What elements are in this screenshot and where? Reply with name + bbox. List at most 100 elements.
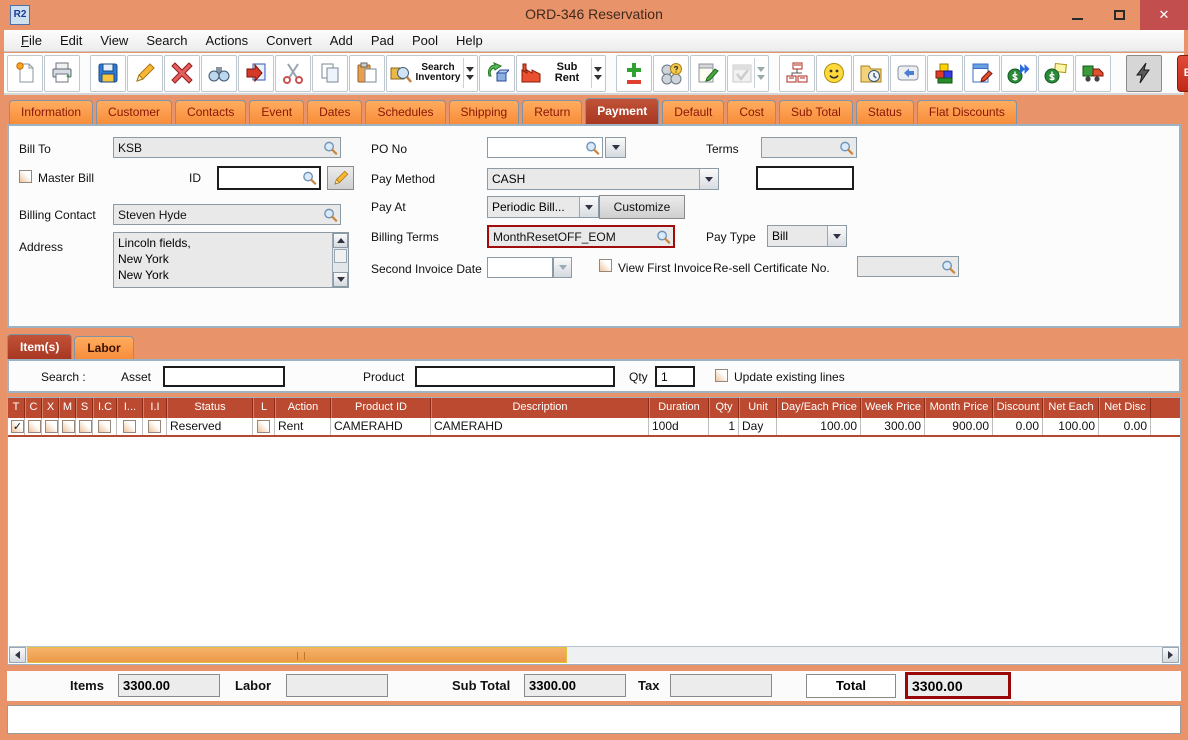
- tab-shipping[interactable]: Shipping: [449, 100, 520, 124]
- tab-cost[interactable]: Cost: [727, 100, 776, 124]
- row-ic-checkbox[interactable]: [98, 420, 111, 433]
- master-bill-checkbox[interactable]: [19, 170, 32, 183]
- bill-to-field[interactable]: KSB: [113, 137, 341, 158]
- po-no-search-icon[interactable]: [585, 140, 600, 155]
- bill-to-search-icon[interactable]: [323, 140, 338, 155]
- sub-rent-button[interactable]: Sub Rent: [516, 55, 606, 92]
- tab-default[interactable]: Default: [662, 100, 724, 124]
- calendar-button[interactable]: [727, 55, 769, 92]
- quick-action-button[interactable]: [1126, 55, 1162, 92]
- billing-notes-button[interactable]: [1038, 55, 1074, 92]
- id-search-icon[interactable]: [302, 171, 317, 186]
- id-field[interactable]: [217, 166, 321, 190]
- delete-button[interactable]: [164, 55, 200, 92]
- row-x-checkbox[interactable]: [45, 420, 58, 433]
- pay-method-extra-field[interactable]: [756, 166, 854, 190]
- id-edit-button[interactable]: [327, 166, 354, 190]
- convert-order-button[interactable]: [479, 55, 515, 92]
- paste-button[interactable]: [349, 55, 385, 92]
- row-l-checkbox[interactable]: [257, 420, 270, 433]
- menu-pool[interactable]: Pool: [403, 31, 447, 50]
- col-month-price[interactable]: Month Price: [925, 398, 993, 418]
- tab-status[interactable]: Status: [856, 100, 914, 124]
- search-inventory-dropdown[interactable]: [463, 58, 475, 88]
- address-scroll-down-icon[interactable]: [333, 272, 348, 287]
- inventory-blocks-button[interactable]: [927, 55, 963, 92]
- address-scroll-thumb[interactable]: [334, 249, 347, 263]
- po-no-field[interactable]: [487, 137, 603, 158]
- col-qty[interactable]: Qty: [709, 398, 739, 418]
- po-no-dropdown-button[interactable]: [605, 137, 626, 158]
- resell-certificate-field[interactable]: [857, 256, 959, 277]
- notes-button[interactable]: [690, 55, 726, 92]
- tab-return[interactable]: Return: [522, 100, 582, 124]
- minimize-button[interactable]: [1056, 0, 1098, 30]
- tab-sub-total[interactable]: Sub Total: [779, 100, 853, 124]
- address-field[interactable]: Lincoln fields, New York New York: [113, 232, 349, 288]
- tab-payment[interactable]: Payment: [585, 98, 659, 124]
- col-l[interactable]: L: [253, 398, 275, 418]
- product-input[interactable]: [415, 366, 615, 387]
- col-description[interactable]: Description: [431, 398, 649, 418]
- menu-add[interactable]: Add: [321, 31, 362, 50]
- col-ic[interactable]: I.C: [93, 398, 117, 418]
- asset-input[interactable]: [163, 366, 285, 387]
- tab-information[interactable]: Information: [9, 100, 93, 124]
- edit-document-button[interactable]: [964, 55, 1000, 92]
- menu-help[interactable]: Help: [447, 31, 492, 50]
- col-c[interactable]: C: [25, 398, 42, 418]
- menu-view[interactable]: View: [91, 31, 137, 50]
- cut-button[interactable]: [275, 55, 311, 92]
- col-action[interactable]: Action: [275, 398, 331, 418]
- pay-type-combo[interactable]: Bill: [767, 225, 847, 247]
- add-remove-line-button[interactable]: [616, 55, 652, 92]
- close-button[interactable]: ✕: [1140, 0, 1188, 30]
- copy-button[interactable]: [312, 55, 348, 92]
- col-t[interactable]: T: [8, 398, 25, 418]
- pay-type-arrow-icon[interactable]: [827, 226, 846, 246]
- row-idots-checkbox[interactable]: [123, 420, 136, 433]
- update-existing-lines-checkbox[interactable]: [715, 369, 728, 382]
- col-discount[interactable]: Discount: [993, 398, 1043, 418]
- tab-event[interactable]: Event: [249, 100, 304, 124]
- find-button[interactable]: [201, 55, 237, 92]
- col-m[interactable]: M: [59, 398, 76, 418]
- hierarchy-button[interactable]: [779, 55, 815, 92]
- terms-search-icon[interactable]: [839, 140, 854, 155]
- maximize-button[interactable]: [1098, 0, 1140, 30]
- resell-search-icon[interactable]: [941, 259, 956, 274]
- pool-button[interactable]: [653, 55, 689, 92]
- menu-edit[interactable]: Edit: [51, 31, 91, 50]
- row-c-checkbox[interactable]: [28, 420, 41, 433]
- exit-button[interactable]: EXIT: [1177, 55, 1188, 92]
- tab-flat-discounts[interactable]: Flat Discounts: [917, 100, 1017, 124]
- pay-method-arrow-icon[interactable]: [699, 169, 718, 189]
- col-x[interactable]: X: [42, 398, 59, 418]
- col-unit[interactable]: Unit: [739, 398, 777, 418]
- customer-service-button[interactable]: [816, 55, 852, 92]
- save-button[interactable]: [90, 55, 126, 92]
- row-ii-checkbox[interactable]: [148, 420, 161, 433]
- pay-at-arrow-icon[interactable]: [579, 197, 598, 217]
- transfer-button[interactable]: [238, 55, 274, 92]
- shortcut-key-button[interactable]: [890, 55, 926, 92]
- edit-button[interactable]: [127, 55, 163, 92]
- qty-input[interactable]: 1: [655, 366, 695, 387]
- view-first-invoice-checkbox[interactable]: [599, 259, 612, 272]
- sub-rent-dropdown[interactable]: [591, 58, 603, 88]
- tab-customer[interactable]: Customer: [96, 100, 172, 124]
- col-week-price[interactable]: Week Price: [861, 398, 925, 418]
- menu-convert[interactable]: Convert: [257, 31, 321, 50]
- terms-field[interactable]: [761, 137, 857, 158]
- pay-at-combo[interactable]: Periodic Bill...: [487, 196, 599, 218]
- second-invoice-date-field[interactable]: [487, 257, 553, 278]
- table-row[interactable]: Reserved Rent CAMERAHD CAMERAHD 100d 1 D…: [8, 418, 1180, 437]
- search-inventory-button[interactable]: Search Inventory: [386, 55, 478, 92]
- history-folder-button[interactable]: [853, 55, 889, 92]
- col-day-each-price[interactable]: Day/Each Price: [777, 398, 861, 418]
- col-product-id[interactable]: Product ID: [331, 398, 431, 418]
- scroll-thumb[interactable]: [27, 647, 567, 663]
- col-duration[interactable]: Duration: [649, 398, 709, 418]
- address-scrollbar[interactable]: [332, 233, 348, 287]
- tab-contacts[interactable]: Contacts: [175, 100, 246, 124]
